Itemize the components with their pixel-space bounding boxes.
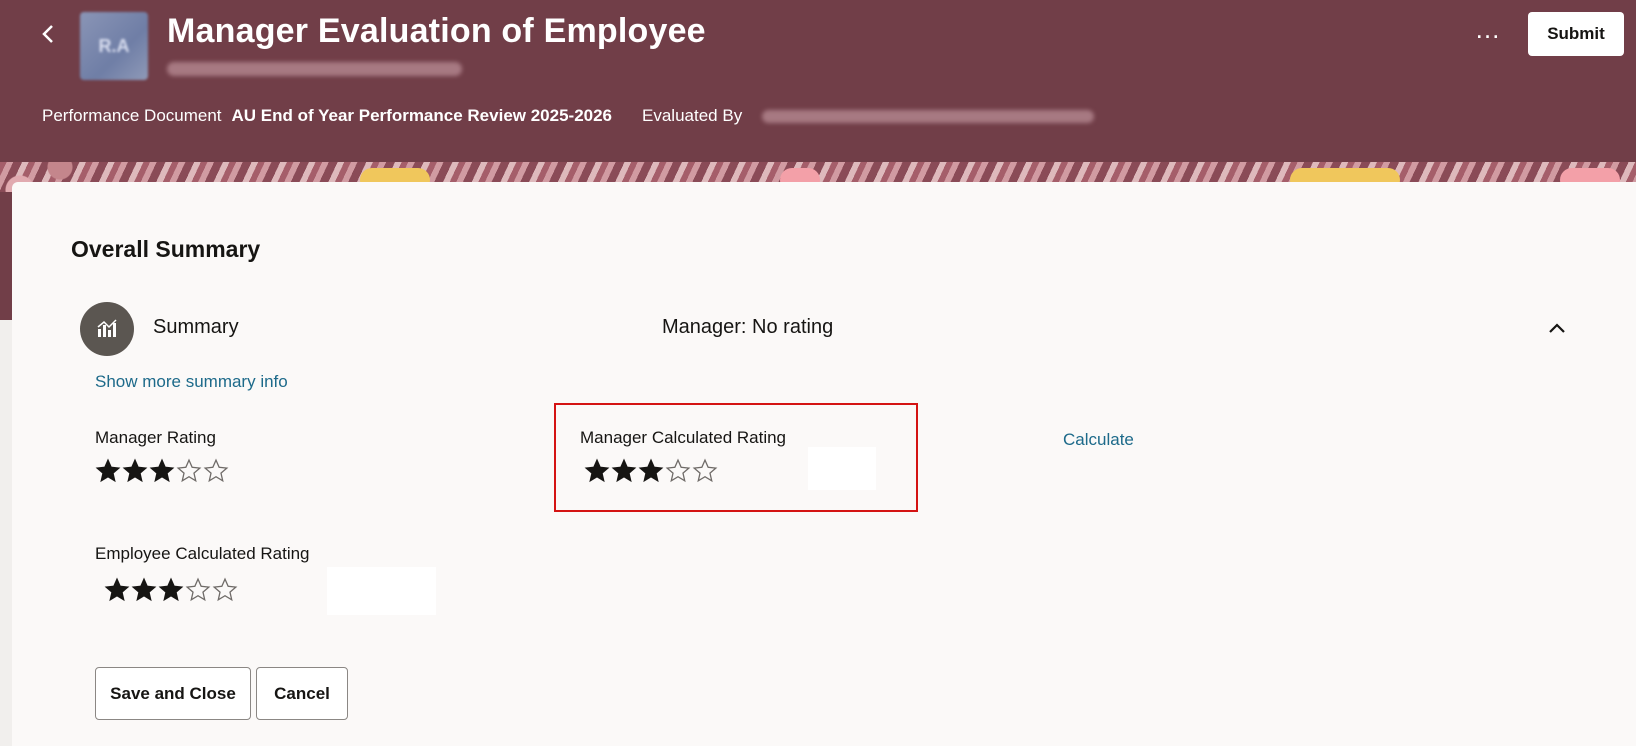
star-filled-icon [131, 577, 157, 602]
submit-button[interactable]: Submit [1528, 12, 1624, 56]
avatar-initials: R.A [98, 35, 130, 56]
evaluated-by-label: Evaluated By [642, 106, 743, 125]
employee-name-redacted [167, 62, 462, 76]
manager-rating-stars[interactable] [95, 458, 229, 484]
summary-row-label: Summary [153, 316, 239, 338]
evaluator-name-redacted [762, 109, 1095, 123]
employee-calculated-rating-label: Employee Calculated Rating [95, 544, 310, 563]
employee-avatar: R.A [80, 12, 148, 80]
back-button[interactable] [34, 20, 62, 48]
collapse-button[interactable] [1545, 316, 1569, 340]
employee-calculated-value-box [327, 567, 436, 615]
performance-document-label: Performance Document [42, 106, 222, 125]
star-filled-icon [611, 458, 637, 483]
calculate-link[interactable]: Calculate [1063, 430, 1134, 450]
performance-document-value: AU End of Year Performance Review 2025-2… [231, 106, 613, 125]
star-filled-icon [149, 458, 175, 483]
manager-calculated-rating-stars [584, 458, 718, 484]
star-empty-icon [185, 577, 211, 602]
employee-calculated-rating-stars [104, 577, 238, 603]
star-filled-icon [584, 458, 610, 483]
star-empty-icon [665, 458, 691, 483]
manager-calculated-rating-label: Manager Calculated Rating [580, 428, 787, 447]
chevron-up-icon [1549, 323, 1565, 333]
more-actions-button[interactable]: … [1470, 16, 1506, 48]
ellipsis-icon: … [1474, 14, 1502, 44]
star-filled-icon [122, 458, 148, 483]
save-and-close-button[interactable]: Save and Close [95, 667, 251, 720]
manager-rating-label: Manager Rating [95, 428, 216, 447]
cancel-button[interactable]: Cancel [256, 667, 348, 720]
document-meta: Performance Document AU End of Year Perf… [42, 106, 1095, 126]
section-title: Overall Summary [71, 236, 261, 262]
star-filled-icon [95, 458, 121, 483]
chart-icon [97, 319, 117, 337]
summary-icon [80, 302, 134, 356]
star-empty-icon [176, 458, 202, 483]
star-empty-icon [692, 458, 718, 483]
star-filled-icon [158, 577, 184, 602]
page-title: Manager Evaluation of Employee [167, 12, 706, 50]
show-more-summary-link[interactable]: Show more summary info [95, 372, 288, 392]
chevron-left-icon [42, 25, 53, 43]
star-filled-icon [638, 458, 664, 483]
manager-calculated-value-box [808, 447, 876, 490]
star-empty-icon [212, 577, 238, 602]
star-empty-icon [203, 458, 229, 483]
manager-rating-status: Manager: No rating [662, 316, 834, 338]
star-filled-icon [104, 577, 130, 602]
